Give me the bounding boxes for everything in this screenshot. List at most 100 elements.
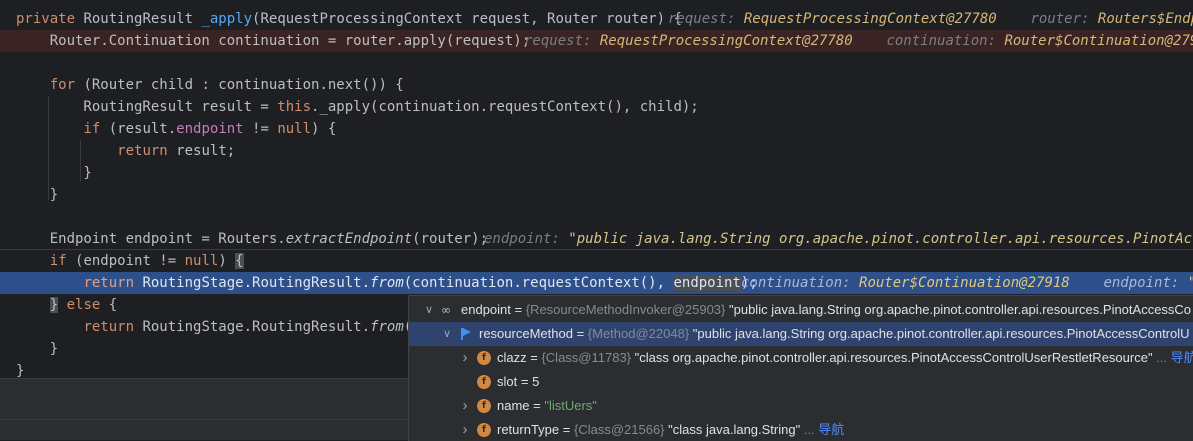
code-token: from xyxy=(370,319,404,335)
code-line[interactable]: for (Router child : continuation.next())… xyxy=(0,74,1193,96)
code-text: if (result.endpoint != null) { xyxy=(16,118,336,140)
method-separator xyxy=(0,249,1193,250)
code-token: result; xyxy=(176,143,236,159)
inline-debug-token: Router$Continuation@27918 xyxy=(1004,33,1193,49)
inline-debug-value: endpoint: "public java.lang.String org.a… xyxy=(484,228,1193,250)
chevron-right-icon[interactable]: › xyxy=(459,418,471,441)
code-token: RoutingResult xyxy=(83,11,202,27)
variable-row-clazz[interactable]: › f clazz = {Class@11783} "class org.apach… xyxy=(409,346,1193,370)
inline-debug-token: Routers$Endpoint xyxy=(1097,11,1193,27)
equals-sign: = xyxy=(526,350,542,365)
code-token: if xyxy=(49,253,76,269)
code-line[interactable] xyxy=(0,206,1193,228)
inline-debug-token: endpoint: xyxy=(484,231,569,247)
chevron-down-icon[interactable]: ∨ xyxy=(423,298,435,322)
variable-row-slot[interactable]: f slot = 5 xyxy=(409,370,1193,394)
equals-sign: = xyxy=(529,398,545,413)
code-line[interactable]: RoutingResult result = this._apply(conti… xyxy=(0,96,1193,118)
field-icon: f xyxy=(477,375,491,389)
code-token: extractEndpoint xyxy=(285,231,413,247)
code-token: } xyxy=(49,297,59,313)
variable-row-resourceMethod[interactable]: ∨ resourceMethod = {Method@22048} "public… xyxy=(409,322,1193,346)
type-reference: {ResourceMethodInvoker@25903} xyxy=(525,302,726,317)
code-token: private xyxy=(16,11,84,27)
code-token: (continuation.requestContext(), xyxy=(403,275,674,291)
field-icon: f xyxy=(477,399,491,413)
inline-debug-value: request: RequestProcessingContext@27780 … xyxy=(524,30,1193,52)
code-line[interactable] xyxy=(0,52,1193,74)
inline-debug-token: continuation: xyxy=(852,33,1005,49)
navigate-link[interactable]: ... 导航 xyxy=(1153,350,1193,365)
variable-row-name[interactable]: › f name = "listUers" xyxy=(409,394,1193,418)
inline-debug-token: continuation: xyxy=(741,275,860,291)
variable-value: 5 xyxy=(532,374,540,389)
type-reference: {Class@21566} xyxy=(573,422,665,437)
code-token: Endpoint endpoint = Routers. xyxy=(16,231,286,247)
code-line[interactable]: private RoutingResult _apply(RequestProc… xyxy=(0,8,1193,30)
code-token: null xyxy=(277,121,312,137)
code-text: private RoutingResult _apply(RequestProc… xyxy=(16,8,682,30)
code-token: ._apply(continuation.requestContext(), c… xyxy=(311,99,699,115)
code-token: _apply xyxy=(201,11,253,27)
variable-value: "class java.lang.String" xyxy=(664,422,801,437)
indent-guide xyxy=(80,140,81,182)
code-token: return xyxy=(117,143,177,159)
code-token: (endpoint != xyxy=(75,253,185,269)
inline-debug-token: request: xyxy=(524,33,600,49)
code-line[interactable]: } xyxy=(0,162,1193,184)
code-token: else xyxy=(66,297,109,313)
code-token: (result. xyxy=(108,121,177,137)
variable-value: "listUers" xyxy=(544,398,597,413)
variable-value: "public java.lang.String org.apache.pino… xyxy=(689,326,1190,341)
variable-name: resourceMethod xyxy=(479,326,573,341)
field-icon: f xyxy=(477,351,491,365)
variable-name: name xyxy=(497,398,530,413)
code-line[interactable]: Router.Continuation continuation = route… xyxy=(0,30,1193,52)
navigate-link[interactable]: ... 导航 xyxy=(800,422,844,437)
code-line[interactable]: } xyxy=(0,184,1193,206)
code-token: null xyxy=(184,253,219,269)
code-line[interactable]: return RoutingStage.RoutingResult.from(c… xyxy=(0,272,1193,294)
inline-debug-token: RequestProcessingContext@27780 xyxy=(599,33,853,49)
code-line[interactable]: return result; xyxy=(0,140,1193,162)
type-reference: {Method@22048} xyxy=(587,326,690,341)
indent-guide xyxy=(48,96,49,200)
variable-name: returnType xyxy=(497,422,560,437)
inline-debug-token: Router$Continuation@27918 xyxy=(859,275,1070,291)
code-text: for (Router child : continuation.next())… xyxy=(16,74,404,96)
code-token: { xyxy=(108,297,118,313)
code-text: } xyxy=(16,338,58,360)
variable-name: slot xyxy=(497,374,518,389)
inline-debug-value: request: RequestProcessingContext@27780 … xyxy=(668,8,1193,30)
code-line[interactable]: if (result.endpoint != null) { xyxy=(0,118,1193,140)
code-token: RoutingStage.RoutingResult. xyxy=(142,275,371,291)
variable-text: resourceMethod = {Method@22048} "public … xyxy=(479,322,1190,346)
debugger-variables-popup[interactable]: ∨ ∞ endpoint = {ResourceMethodInvoker@2590… xyxy=(408,295,1193,441)
variable-value: "class org.apache.pinot.controller.api.r… xyxy=(631,350,1153,365)
code-token: for xyxy=(49,77,84,93)
code-text: if (endpoint != null) { xyxy=(16,250,244,272)
code-token: { xyxy=(235,253,244,269)
code-token: ) { xyxy=(311,121,337,137)
inline-debug-token: request: xyxy=(668,11,744,27)
chevron-right-icon[interactable]: › xyxy=(459,394,471,418)
code-line[interactable]: Endpoint endpoint = Routers.extractEndpo… xyxy=(0,228,1193,250)
variable-row-endpoint[interactable]: ∨ ∞ endpoint = {ResourceMethodInvoker@2590… xyxy=(409,298,1193,322)
chevron-right-icon[interactable]: › xyxy=(459,346,471,370)
inline-debug-token: RequestProcessingContext@27780 xyxy=(743,11,997,27)
chevron-down-icon[interactable]: ∨ xyxy=(441,322,453,346)
code-text: RoutingResult result = this._apply(conti… xyxy=(16,96,699,118)
variable-text: returnType = {Class@21566} "class java.l… xyxy=(497,418,844,441)
code-text: return RoutingStage.RoutingResult.from(c… xyxy=(16,272,758,294)
equals-sign: = xyxy=(510,302,526,317)
variable-row-returnType[interactable]: › f returnType = {Class@21566} "class java… xyxy=(409,418,1193,441)
field-icon: f xyxy=(477,423,491,437)
code-line[interactable]: if (endpoint != null) { xyxy=(0,250,1193,272)
code-token: from xyxy=(370,275,404,291)
